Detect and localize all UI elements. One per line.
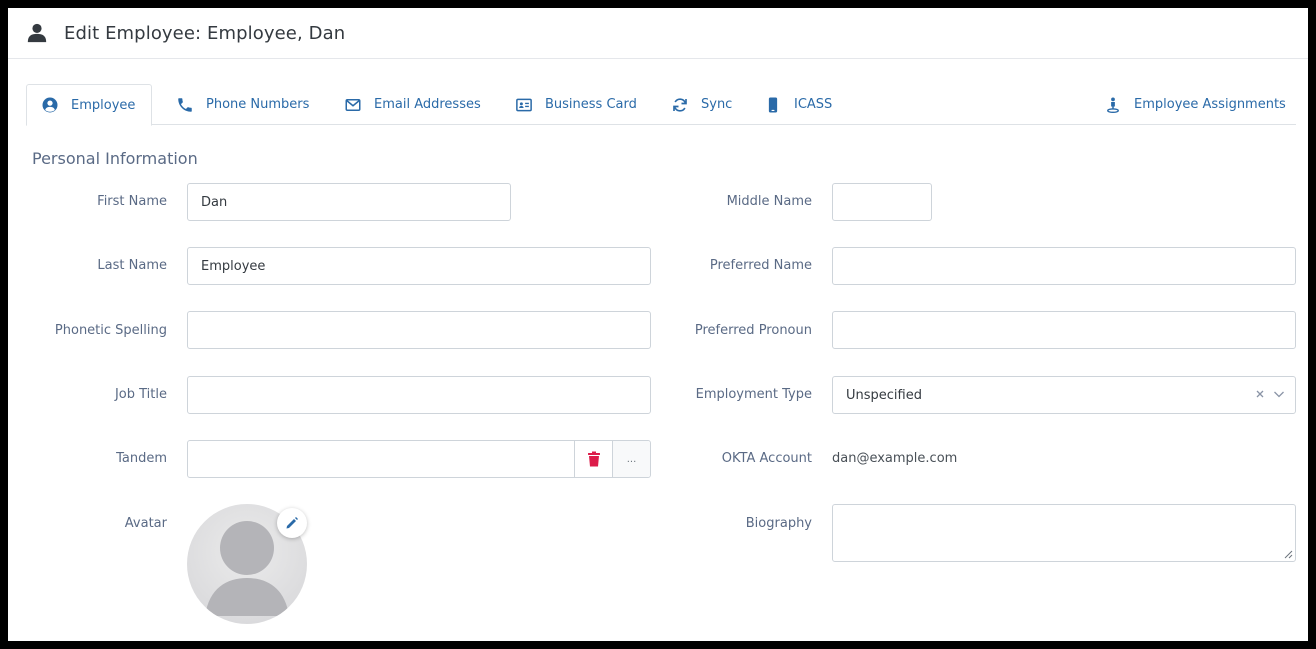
job-title-input[interactable] — [187, 376, 651, 414]
page-header: Edit Employee: Employee, Dan — [8, 8, 1308, 59]
chevron-down-icon[interactable] — [1273, 389, 1285, 399]
okta-account-value: dan@example.com — [832, 451, 958, 466]
envelope-icon — [345, 98, 361, 111]
employment-type-label: Employment Type — [695, 387, 812, 402]
mobile-icon — [768, 97, 778, 112]
tab-label: Email Addresses — [374, 97, 481, 112]
preferred-pronoun-label: Preferred Pronoun — [694, 323, 812, 338]
first-name-input[interactable]: Dan — [187, 183, 511, 221]
biography-label: Biography — [745, 516, 812, 531]
first-name-label: First Name — [97, 194, 167, 209]
preferred-name-label: Preferred Name — [709, 258, 812, 273]
avatar-label: Avatar — [124, 516, 167, 531]
tandem-field[interactable]: ... — [187, 440, 651, 478]
clear-icon[interactable] — [1255, 389, 1265, 399]
middle-name-label: Middle Name — [726, 194, 812, 209]
job-title-label: Job Title — [114, 387, 167, 402]
section-title: Personal Information — [32, 149, 198, 168]
user-circle-icon — [42, 97, 58, 113]
tab-label: ICASS — [794, 97, 833, 112]
tab-bar: Employee Phone Numbers Email Addresses B… — [26, 84, 1296, 126]
tab-label: Business Card — [545, 97, 637, 112]
phonetic-spelling-input[interactable] — [187, 311, 651, 349]
tab-sync[interactable]: Sync — [671, 84, 732, 125]
last-name-label: Last Name — [97, 258, 167, 273]
tandem-browse-button[interactable]: ... — [612, 441, 650, 477]
tab-icass[interactable]: ICASS — [764, 84, 832, 125]
last-name-input[interactable]: Employee — [187, 247, 651, 285]
tab-label: Employee — [71, 97, 136, 113]
person-pin-icon — [1107, 97, 1119, 113]
phone-icon — [178, 97, 192, 112]
phonetic-spelling-label: Phonetic Spelling — [54, 323, 167, 338]
biography-textarea[interactable] — [832, 504, 1296, 562]
employment-type-value: Unspecified — [846, 387, 922, 403]
trash-icon — [587, 451, 600, 467]
resize-handle-icon[interactable] — [1284, 550, 1293, 559]
employment-type-select[interactable]: Unspecified — [832, 376, 1296, 414]
tab-employee[interactable]: Employee — [26, 84, 153, 126]
middle-name-input[interactable] — [832, 183, 932, 221]
tab-label: Sync — [701, 97, 733, 112]
tandem-browse-label: ... — [626, 453, 637, 465]
page-title: Edit Employee: Employee, Dan — [64, 22, 346, 44]
tab-employee-assignments[interactable]: Employee Assignments — [1104, 84, 1286, 125]
pencil-icon — [286, 517, 298, 529]
tandem-label: Tandem — [116, 451, 167, 466]
first-name-value: Dan — [201, 194, 228, 210]
tab-business-card[interactable]: Business Card — [515, 84, 637, 125]
user-icon — [27, 23, 47, 43]
tandem-delete-button[interactable] — [574, 441, 612, 477]
tab-label: Employee Assignments — [1134, 97, 1286, 112]
tab-label: Phone Numbers — [206, 97, 310, 112]
preferred-name-input[interactable] — [832, 247, 1296, 285]
edit-avatar-button[interactable] — [277, 508, 307, 538]
sync-icon — [673, 97, 687, 112]
id-card-icon — [516, 98, 532, 111]
tab-email-addresses[interactable]: Email Addresses — [344, 84, 481, 125]
okta-account-label: OKTA Account — [721, 451, 812, 466]
preferred-pronoun-input[interactable] — [832, 311, 1296, 349]
tab-phone-numbers[interactable]: Phone Numbers — [176, 84, 309, 125]
edit-employee-window: Edit Employee: Employee, Dan Employee Ph… — [8, 8, 1308, 641]
last-name-value: Employee — [201, 258, 266, 274]
